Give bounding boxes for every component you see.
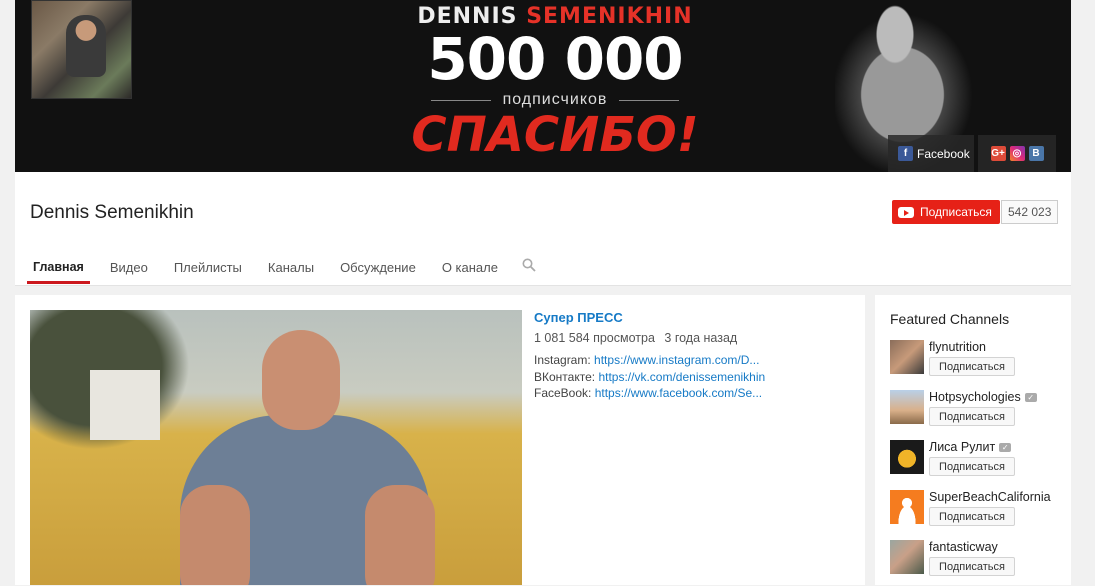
featured-video-section: Супер ПРЕСС 1 081 584 просмотра 3 года н… [15, 295, 865, 585]
channel-header: Dennis Semenikhin Подписаться 542 023 Гл… [15, 172, 1071, 286]
desc-label: ВКонтакте: [534, 369, 596, 384]
featured-channel-item: fantasticway Подписаться [890, 540, 1070, 586]
channel-avatar[interactable] [31, 0, 132, 99]
verified-icon: ✓ [999, 442, 1012, 452]
channel-avatar[interactable] [890, 340, 924, 374]
social-links: G+ ◎ B [978, 135, 1056, 172]
subscribe-button[interactable]: Подписаться [929, 507, 1015, 526]
video-meta: 1 081 584 просмотра 3 года назад [534, 331, 854, 345]
channel-avatar[interactable] [890, 440, 924, 474]
facebook-desc-link[interactable]: https://www.facebook.com/Se... [595, 386, 762, 400]
featured-channel-item: Лиса Рулит ✓ Подписаться [890, 440, 1070, 486]
subscribe-button-label: Подписаться [920, 205, 992, 219]
vk-icon[interactable]: B [1028, 146, 1044, 161]
channel-avatar[interactable] [890, 540, 924, 574]
verified-icon: ✓ [1024, 392, 1037, 402]
channel-name-text: fantasticway [929, 540, 998, 554]
banner-count: 500 000 [427, 25, 683, 93]
channel-tabs: Главная Видео Плейлисты Каналы Обсуждени… [27, 254, 536, 284]
avatar-figure [66, 15, 106, 77]
subscribe-button[interactable]: Подписаться [929, 407, 1015, 426]
channel-name[interactable]: Лиса Рулит ✓ [929, 440, 1012, 454]
featured-channel-item: flynutrition Подписаться [890, 340, 1070, 386]
facebook-icon: f [898, 146, 913, 161]
channel-avatar[interactable] [890, 490, 924, 524]
tab-discussion[interactable]: Обсуждение [334, 254, 422, 284]
featured-channel-item: Hotpsychologies ✓ Подписаться [890, 390, 1070, 436]
video-age: 3 года назад [664, 331, 738, 345]
channel-name-text: SuperBeachCalifornia [929, 490, 1051, 504]
video-description: Instagram: https://www.instagram.com/D..… [534, 352, 854, 402]
channel-banner: DENNIS SEMENIKHIN 500 000 подписчиков СП… [15, 0, 1071, 172]
thumb-arm-right [365, 485, 435, 585]
video-info: Супер ПРЕСС 1 081 584 просмотра 3 года н… [534, 310, 854, 402]
featured-channel-item: SuperBeachCalifornia Подписаться [890, 490, 1070, 536]
tab-playlists[interactable]: Плейлисты [168, 254, 248, 284]
channel-name-text: Лиса Рулит [929, 440, 996, 454]
subscribe-button[interactable]: Подписаться [929, 457, 1015, 476]
instagram-icon[interactable]: ◎ [1009, 146, 1025, 161]
instagram-link[interactable]: https://www.instagram.com/D... [594, 353, 759, 367]
desc-line-facebook: FaceBook: https://www.facebook.com/Se... [534, 385, 854, 402]
channel-name-text: Hotpsychologies [929, 390, 1021, 404]
banner-artwork: DENNIS SEMENIKHIN 500 000 подписчиков СП… [355, 4, 755, 161]
subscribe-button[interactable]: Подписаться [929, 557, 1015, 576]
desc-label: FaceBook: [534, 386, 592, 400]
google-plus-icon[interactable]: G+ [990, 146, 1006, 161]
channel-name[interactable]: fantasticway [929, 540, 998, 554]
channel-name-text: flynutrition [929, 340, 986, 354]
tab-videos[interactable]: Видео [104, 254, 154, 284]
subscribe-button[interactable]: Подписаться [929, 357, 1015, 376]
channel-name[interactable]: Hotpsychologies ✓ [929, 390, 1037, 404]
desc-label: Instagram: [534, 353, 591, 367]
vk-link[interactable]: https://vk.com/denissemenikhin [598, 370, 765, 384]
thumb-house [90, 370, 160, 440]
thumb-arm-left [180, 485, 250, 585]
channel-name[interactable]: flynutrition [929, 340, 986, 354]
channel-avatar[interactable] [890, 390, 924, 424]
channel-name[interactable]: SuperBeachCalifornia [929, 490, 1051, 504]
desc-line-instagram: Instagram: https://www.instagram.com/D..… [534, 352, 854, 369]
subscribe-button[interactable]: Подписаться [892, 200, 1000, 224]
youtube-icon [898, 206, 914, 218]
search-icon[interactable] [522, 258, 536, 272]
banner-thanks: СПАСИБО! [411, 107, 699, 163]
tab-home[interactable]: Главная [27, 254, 90, 284]
featured-channels: Featured Channels flynutrition Подписать… [875, 295, 1071, 585]
tab-about[interactable]: О канале [436, 254, 504, 284]
subscriber-count: 542 023 [1001, 200, 1059, 224]
facebook-link[interactable]: f Facebook [888, 135, 974, 172]
tab-channels[interactable]: Каналы [262, 254, 320, 284]
desc-line-vk: ВКонтакте: https://vk.com/denissemenikhi… [534, 369, 854, 386]
featured-channels-title: Featured Channels [890, 311, 1010, 327]
video-views: 1 081 584 просмотра [534, 331, 655, 345]
facebook-link-label: Facebook [917, 146, 970, 161]
thumb-head [262, 330, 340, 430]
video-thumbnail[interactable] [30, 310, 522, 585]
video-title[interactable]: Супер ПРЕСС [534, 310, 854, 325]
channel-title: Dennis Semenikhin [30, 202, 194, 223]
